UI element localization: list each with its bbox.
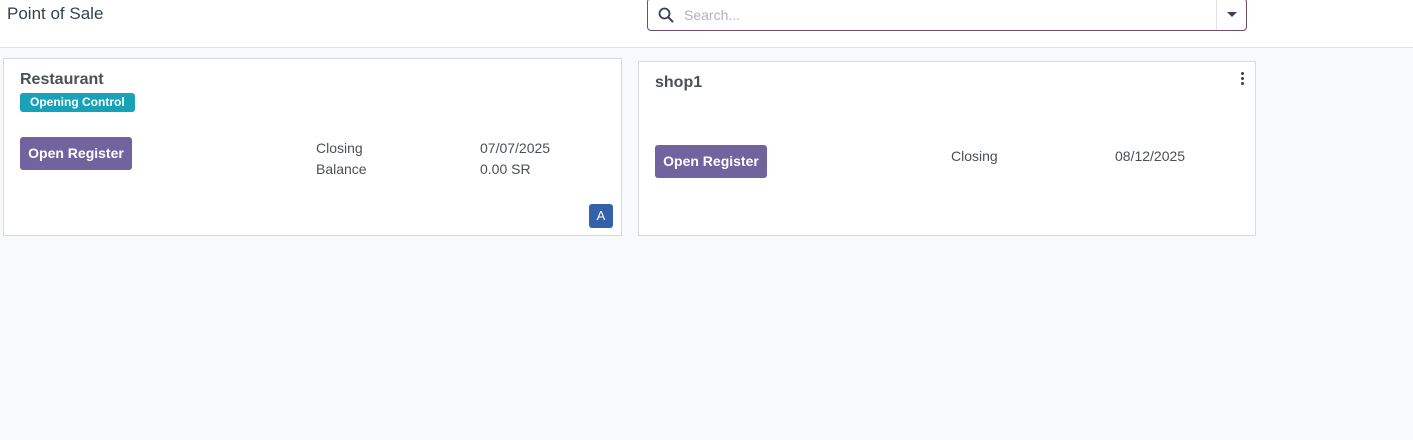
pos-name: shop1 [655,74,703,91]
search-options-toggle[interactable] [1216,0,1246,30]
pos-name: Restaurant [20,71,104,88]
open-register-button[interactable]: Open Register [20,137,132,170]
search-icon [658,7,674,23]
search-input[interactable] [684,3,1204,27]
open-register-button[interactable]: Open Register [655,145,767,178]
closing-date: 08/12/2025 [1115,148,1186,164]
pos-card-shop1: shop1 Open Register Closing 08/12/2025 [638,61,1256,236]
search-bar [647,0,1247,31]
avatar[interactable]: A [589,204,613,228]
closing-date: 07/07/2025 [480,140,551,156]
balance-label: Balance [316,161,367,177]
page-title: Point of Sale [7,4,104,23]
control-panel: Point of Sale [0,0,1413,48]
pos-card-restaurant: Restaurant Opening Control Open Register… [3,58,622,236]
closing-label: Closing [951,148,998,164]
closing-label: Closing [316,140,363,156]
kebab-menu-icon[interactable] [1238,72,1248,88]
status-badge: Opening Control [20,93,135,112]
balance-value: 0.00 SR [480,161,531,177]
chevron-down-icon [1227,12,1237,17]
